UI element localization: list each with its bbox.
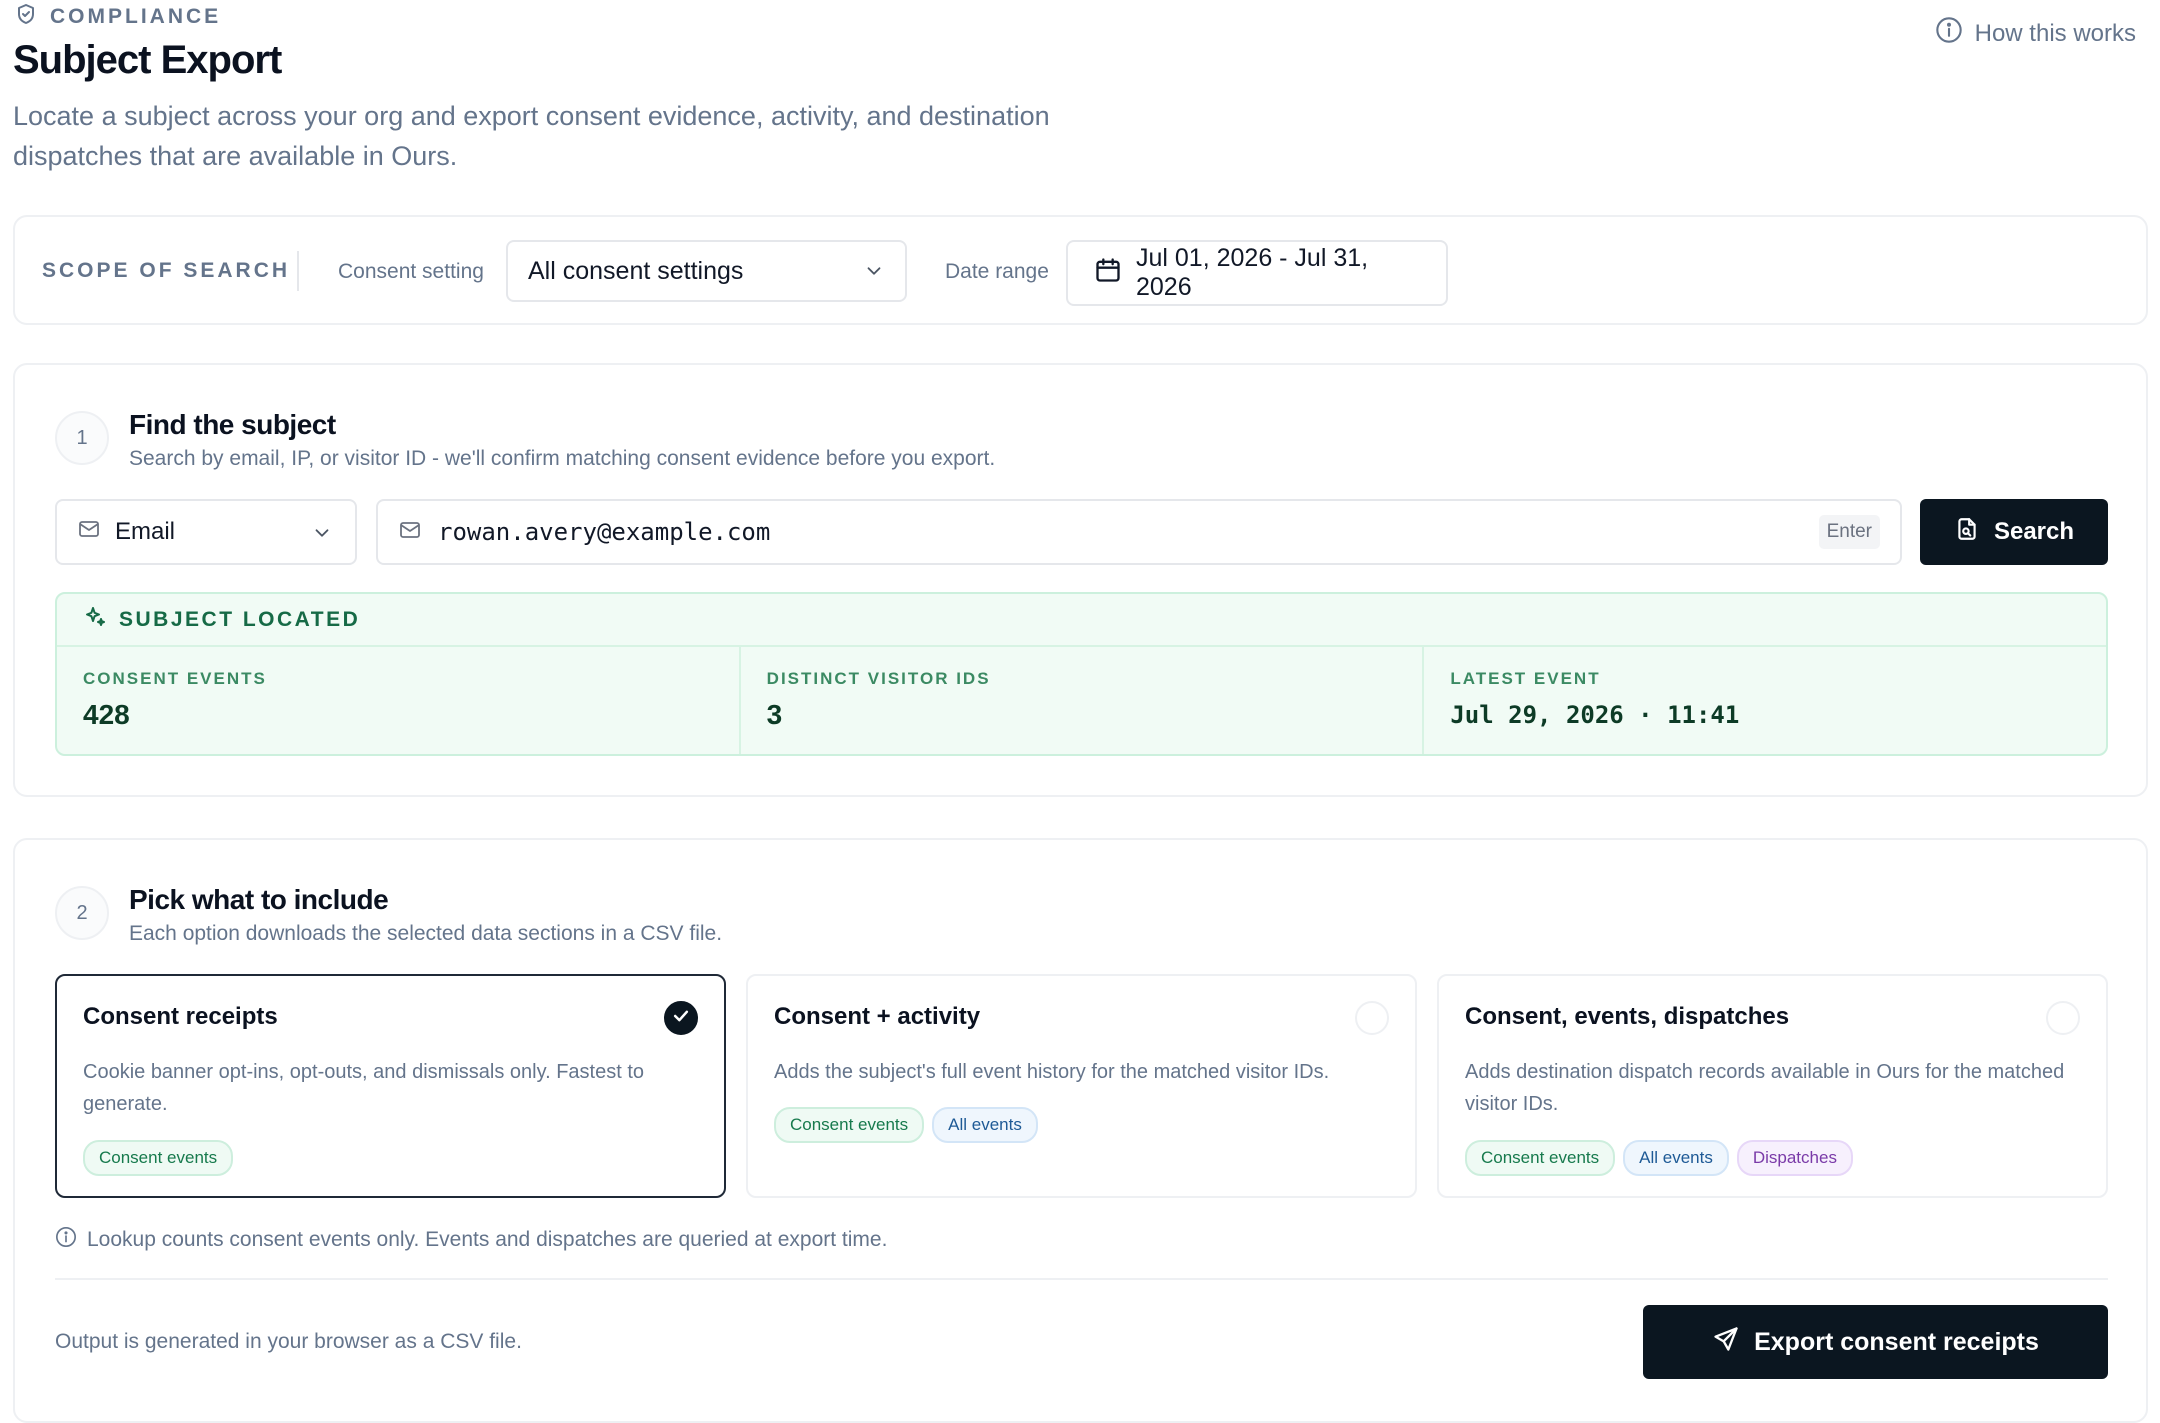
export-button[interactable]: Export consent receipts: [1643, 1305, 2108, 1379]
lookup-note-text: Lookup counts consent events only. Event…: [87, 1228, 888, 1251]
consent-setting-select[interactable]: All consent settings: [506, 240, 907, 302]
stat-value: Jul 29, 2026 · 11:41: [1450, 701, 1740, 729]
date-range-value: Jul 01, 2026 - Jul 31, 2026: [1136, 244, 1369, 301]
tag-dispatches: Dispatches: [1736, 1140, 1853, 1176]
subject-stats: CONSENT EVENTS 428 DISTINCT VISITOR IDS …: [57, 647, 2106, 754]
check-icon: [671, 1006, 691, 1031]
stat-latest-event: LATEST EVENT Jul 29, 2026 · 11:41: [1424, 647, 2106, 754]
option-radio[interactable]: [1355, 1001, 1389, 1035]
divider: [297, 251, 299, 291]
send-icon: [1712, 1325, 1740, 1360]
how-this-works-label: How this works: [1974, 19, 2136, 47]
step-title: Find the subject: [129, 409, 336, 440]
identifier-type-value: Email: [115, 518, 176, 545]
option-description: Adds the subject's full event history fo…: [774, 1061, 1330, 1083]
find-subject-section: 1 Find the subject Search by email, IP, …: [13, 363, 2148, 797]
tag-all-events: All events: [1623, 1140, 1729, 1176]
output-note: Output is generated in your browser as a…: [55, 1330, 522, 1353]
option-description: Adds destination dispatch records availa…: [1465, 1061, 2065, 1115]
enter-key-hint: Enter: [1818, 515, 1880, 549]
search-button[interactable]: Search: [1920, 499, 2108, 565]
sparkle-icon: [83, 605, 107, 635]
option-consent-receipts[interactable]: Consent receipts Cookie banner opt-ins, …: [55, 974, 726, 1198]
page-title: Subject Export: [13, 38, 282, 82]
subject-located-panel: SUBJECT LOCATED CONSENT EVENTS 428 DISTI…: [55, 592, 2108, 756]
option-title: Consent + activity: [774, 1003, 981, 1030]
mail-icon: [398, 518, 422, 547]
subject-located-header: SUBJECT LOCATED: [57, 594, 2106, 647]
option-title: Consent receipts: [83, 1003, 278, 1030]
stat-consent-events: CONSENT EVENTS 428: [57, 647, 741, 754]
section-eyebrow: COMPLIANCE: [14, 2, 221, 32]
step-subtitle: Search by email, IP, or visitor ID - we'…: [129, 447, 996, 470]
search-query: rowan.avery@example.com: [438, 518, 771, 546]
option-consent-events-dispatches[interactable]: Consent, events, dispatches Adds destina…: [1437, 974, 2108, 1198]
step-title: Pick what to include: [129, 884, 389, 915]
eyebrow-label: COMPLIANCE: [50, 5, 222, 28]
option-tags: Consent events: [83, 1140, 234, 1176]
pick-export-section: 2 Pick what to include Each option downl…: [13, 838, 2148, 1423]
stat-value: 3: [766, 699, 783, 730]
date-range-picker[interactable]: Jul 01, 2026 - Jul 31, 2026: [1066, 240, 1448, 306]
identifier-type-select[interactable]: Email: [55, 499, 357, 565]
chevron-down-icon: [863, 260, 885, 282]
subject-located-title: SUBJECT LOCATED: [119, 607, 361, 631]
scope-title: SCOPE OF SEARCH: [42, 259, 291, 282]
page-description: Locate a subject across your org and exp…: [13, 101, 1050, 171]
stat-label: LATEST EVENT: [1450, 669, 1601, 688]
scope-bar: SCOPE OF SEARCH Consent setting All cons…: [13, 215, 2148, 325]
mail-icon: [77, 517, 101, 548]
calendar-icon: [1094, 256, 1122, 291]
search-button-label: Search: [1993, 518, 2075, 545]
option-tags: Consent events All events Dispatches: [1465, 1140, 1853, 1176]
subject-search-input[interactable]: rowan.avery@example.com Enter: [376, 499, 1902, 565]
option-description: Cookie banner opt-ins, opt-outs, and dis…: [83, 1061, 645, 1115]
step-subtitle: Each option downloads the selected data …: [129, 922, 723, 945]
step-badge: 1: [55, 411, 109, 465]
consent-setting-value: All consent settings: [528, 256, 744, 285]
tag-consent-events: Consent events: [83, 1140, 234, 1176]
info-icon: [55, 1226, 77, 1254]
consent-setting-label: Consent setting: [338, 260, 484, 283]
stat-label: CONSENT EVENTS: [83, 669, 267, 688]
stat-label: DISTINCT VISITOR IDS: [766, 669, 991, 688]
chevron-down-icon: [311, 522, 333, 544]
shield-icon: [14, 2, 38, 32]
option-radio[interactable]: [664, 1001, 698, 1035]
date-range-label: Date range: [945, 260, 1049, 283]
stat-distinct-visitor-ids: DISTINCT VISITOR IDS 3: [741, 647, 1425, 754]
option-consent-activity[interactable]: Consent + activity Adds the subject's fu…: [746, 974, 1417, 1198]
tag-consent-events: Consent events: [774, 1107, 925, 1143]
option-title: Consent, events, dispatches: [1465, 1003, 1790, 1030]
stat-value: 428: [83, 699, 130, 730]
tag-all-events: All events: [932, 1107, 1038, 1143]
option-tags: Consent events All events: [774, 1107, 1038, 1143]
step-badge: 2: [55, 886, 109, 940]
how-this-works-link[interactable]: How this works: [1935, 16, 2136, 51]
lookup-note: Lookup counts consent events only. Event…: [55, 1226, 887, 1254]
file-search-icon: [1954, 516, 1980, 549]
info-icon: [1935, 16, 1963, 51]
option-radio[interactable]: [2046, 1001, 2080, 1035]
export-button-label: Export consent receipts: [1754, 1327, 2039, 1356]
tag-consent-events: Consent events: [1465, 1140, 1616, 1176]
divider: [55, 1278, 2108, 1280]
